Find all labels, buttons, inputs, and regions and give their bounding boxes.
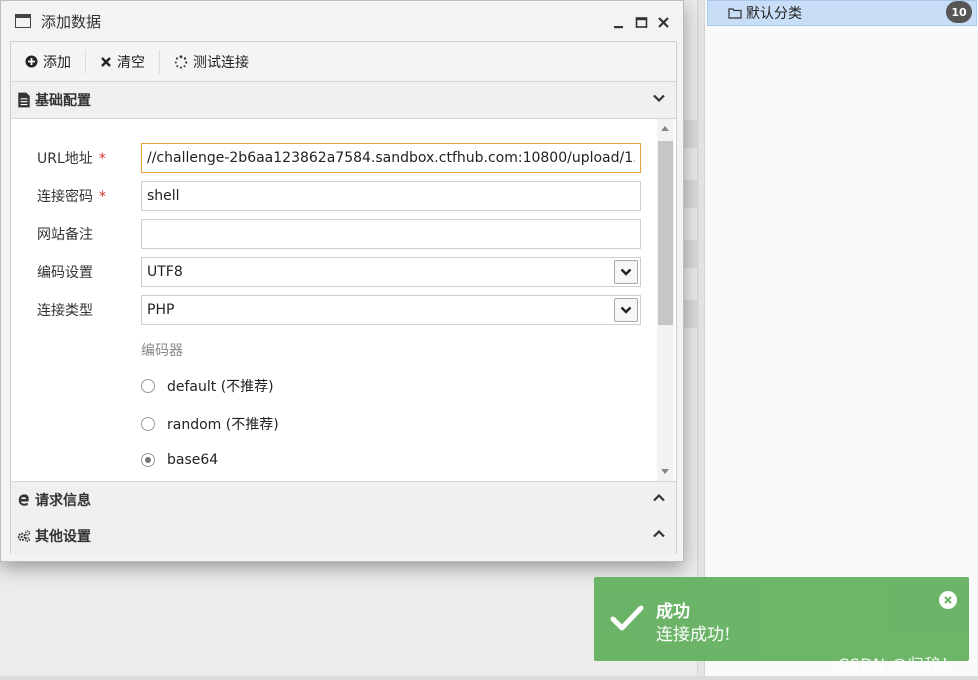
folder-icon [728,8,742,19]
category-count-badge: 10 [946,1,972,23]
encoder-option-base64[interactable]: base64 [141,452,218,468]
test-connection-button[interactable]: 测试连接 [160,49,263,75]
chevron-down-icon [620,268,632,276]
connection-type-value: PHP [147,302,175,318]
password-label: 连接密码 * [37,189,106,205]
gears-icon [17,530,31,542]
encoding-select[interactable]: UTF8 [141,257,641,287]
add-button-label: 添加 [43,54,71,71]
ie-browser-icon [18,494,29,506]
connection-type-select[interactable]: PHP [141,295,641,325]
status-strip [0,676,978,680]
section-other-header[interactable]: 其他设置 [11,518,676,554]
section-request-header[interactable]: 请求信息 [11,481,676,519]
encoder-option-label: base64 [167,452,219,468]
password-input[interactable] [141,181,641,211]
x-icon [101,56,111,67]
list-row-stripe [683,240,697,268]
plus-circle-icon [25,55,38,68]
note-input[interactable] [141,219,641,249]
toolbar: 添加 清空 测试连接 [11,42,676,82]
document-icon [18,92,30,108]
section-basic-label: 基础配置 [35,93,91,109]
maximize-button[interactable] [633,11,649,29]
form-scrollbar[interactable] [657,119,674,481]
close-button[interactable] [655,11,671,29]
add-data-dialog: 添加数据 添加 清空 测试连接 基础配置 URL地址 * //challenge… [0,0,684,562]
encoder-option-label: default (不推荐) [167,379,274,395]
radio-button-selected[interactable] [141,453,155,467]
chevron-up-icon [653,529,665,538]
window-icon [15,14,31,28]
minimize-icon [614,26,623,29]
checkmark-icon [610,605,644,631]
section-other-label: 其他设置 [35,529,91,545]
required-mark: * [99,189,106,205]
dropdown-button[interactable] [614,260,638,284]
toast-message: 连接成功! [656,625,731,645]
url-label: URL地址 * [37,151,106,167]
url-input[interactable] [141,143,641,173]
type-label: 连接类型 [37,303,93,319]
required-mark: * [98,151,106,167]
minimize-button[interactable] [611,11,627,29]
spinner-icon [174,54,188,69]
chevron-down-icon [653,94,665,103]
section-basic-header[interactable]: 基础配置 [11,82,676,119]
dialog-titlebar[interactable]: 添加数据 [1,1,683,41]
encoder-label: 编码器 [141,343,183,359]
test-connection-label: 测试连接 [193,54,249,71]
close-icon [657,17,669,28]
success-toast: 成功 连接成功! [594,577,969,661]
dialog-content: 添加 清空 测试连接 基础配置 URL地址 * //challenge-2b6a… [10,41,677,554]
scroll-up-arrow-icon[interactable] [661,126,669,131]
scroll-down-arrow-icon[interactable] [661,469,669,474]
category-item-default[interactable]: 默认分类 10 [707,0,977,26]
encoder-option-label: random (不推荐) [167,417,279,433]
close-icon [944,596,952,604]
radio-button[interactable] [141,379,155,393]
section-request-label: 请求信息 [35,493,91,509]
encoder-option-random[interactable]: random (不推荐) [141,414,279,434]
basic-config-form: URL地址* 连接密码* 网站备注 编码设置 UTF8 连接类型 PHP 编码器 [11,119,676,481]
list-row-stripe [683,300,697,328]
dialog-title: 添加数据 [41,12,102,31]
encoder-option-default[interactable]: default (不推荐) [141,376,274,396]
encoding-value: UTF8 [147,264,183,280]
dropdown-button[interactable] [614,298,638,322]
encoding-label: 编码设置 [37,265,93,281]
maximize-icon [635,17,647,28]
clear-button[interactable]: 清空 [86,49,159,75]
list-row-stripe [683,120,697,148]
note-label: 网站备注 [37,227,93,243]
scrollbar-thumb[interactable] [658,141,673,325]
chevron-up-icon [653,493,665,502]
toast-title: 成功 [656,602,690,622]
chevron-down-icon [620,306,632,314]
clear-button-label: 清空 [117,54,145,71]
csdn-watermark: CSDN @归辞！ [838,655,958,674]
list-row-stripe [683,180,697,208]
category-label: 默认分类 [746,6,802,22]
add-button[interactable]: 添加 [11,49,85,75]
radio-button[interactable] [141,417,155,431]
toast-close-button[interactable] [939,591,957,609]
